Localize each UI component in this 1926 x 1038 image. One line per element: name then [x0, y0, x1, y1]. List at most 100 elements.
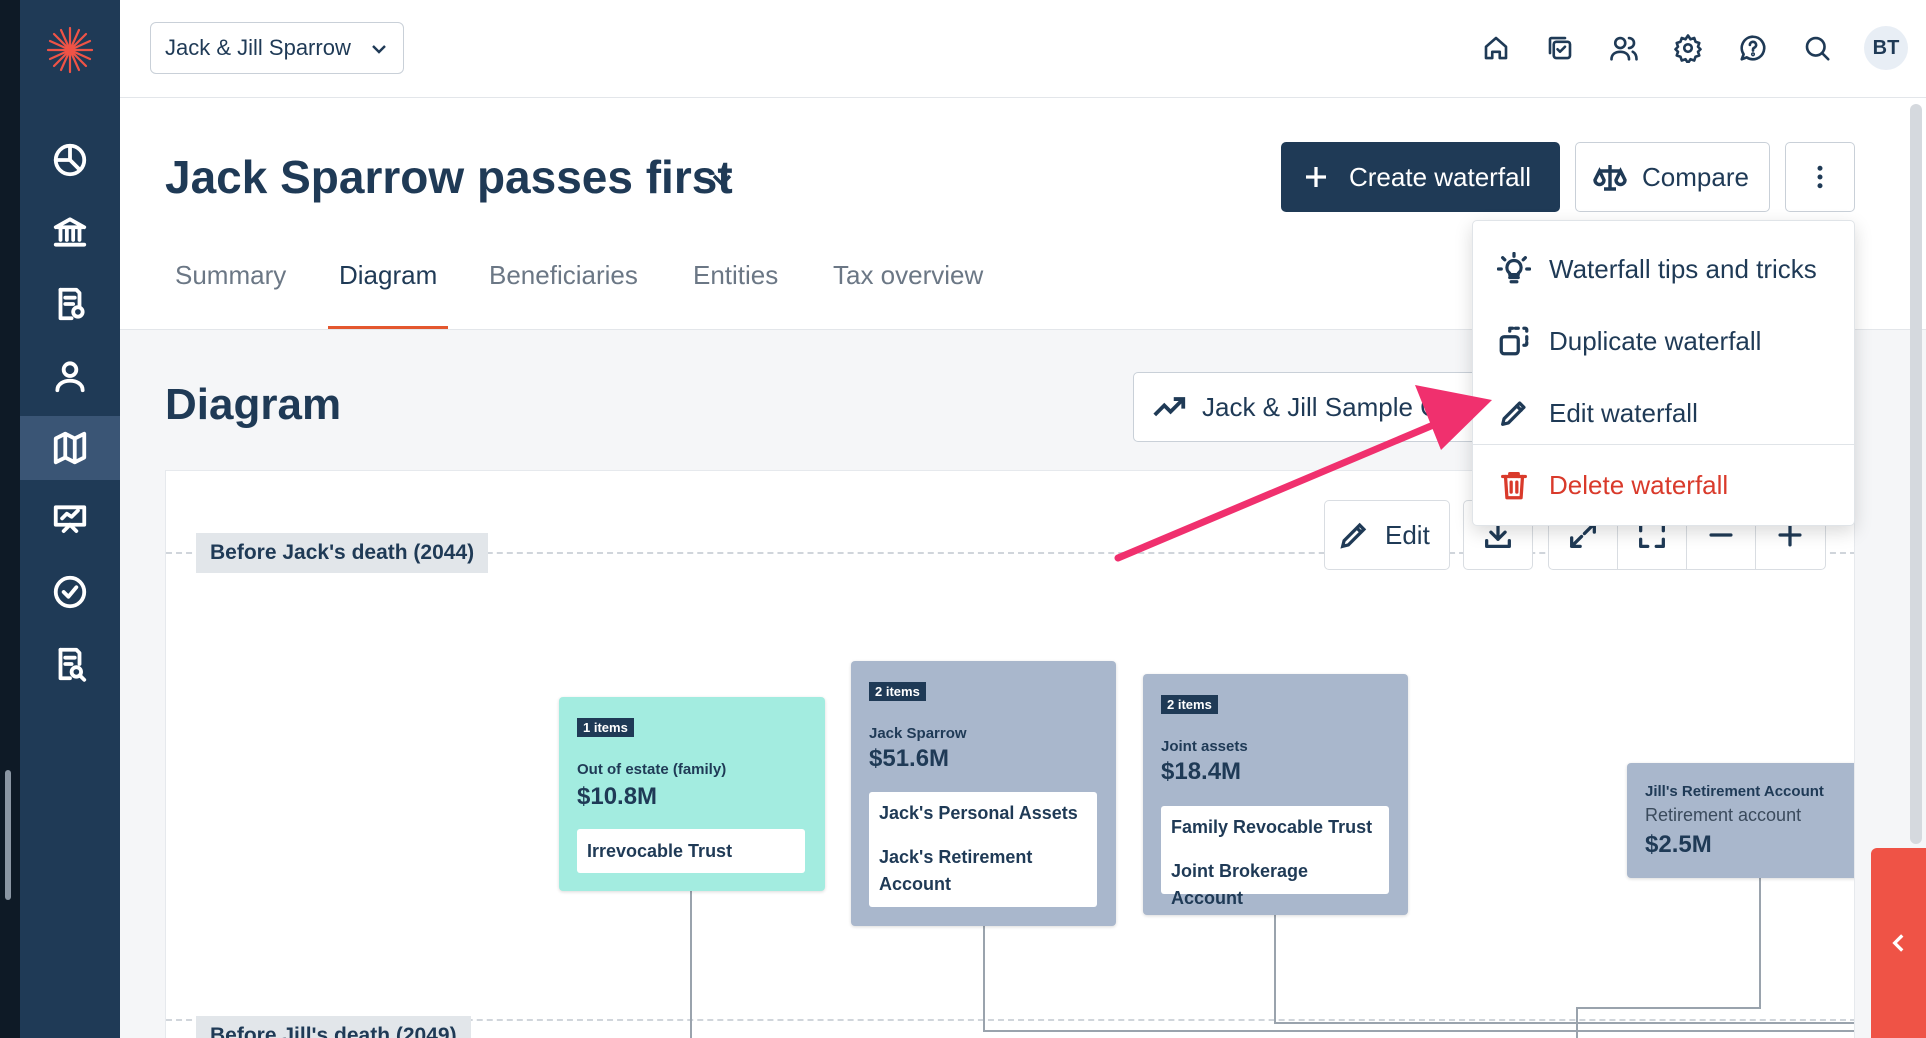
- menu-item-label: Delete waterfall: [1549, 469, 1729, 500]
- node-label: Jack Sparrow: [869, 725, 967, 742]
- nav-map[interactable]: [20, 416, 120, 480]
- nav-people[interactable]: [20, 344, 120, 408]
- create-waterfall-label: Create waterfall: [1349, 161, 1532, 192]
- nav-tasks[interactable]: [20, 560, 120, 624]
- chevron-down-icon[interactable]: [706, 164, 738, 196]
- logo-icon[interactable]: [44, 24, 96, 76]
- node-items: Family Revocable Trust Joint Brokerage A…: [1161, 806, 1389, 908]
- compare-label: Compare: [1642, 161, 1749, 192]
- scenario-label: Jack & Jill Sample G: [1202, 391, 1441, 422]
- menu-item-duplicate[interactable]: Duplicate waterfall: [1473, 305, 1854, 377]
- help-icon[interactable]: [1735, 30, 1771, 66]
- item-count-badge: 2 items: [1161, 695, 1218, 714]
- node-item[interactable]: Joint Brokerage Account: [1171, 858, 1379, 912]
- client-select[interactable]: Jack & Jill Sparrow: [150, 22, 404, 74]
- more-options-menu: Waterfall tips and tricks Duplicate wate…: [1472, 220, 1855, 526]
- home-icon[interactable]: [1478, 30, 1514, 66]
- scenario-select[interactable]: Jack & Jill Sample G: [1133, 372, 1513, 442]
- chevron-left-icon: [1891, 934, 1903, 952]
- connector-line: [1274, 1022, 1854, 1024]
- chevron-down-icon: [367, 37, 391, 61]
- client-select-label: Jack & Jill Sparrow: [165, 35, 351, 60]
- node-item[interactable]: Irrevocable Trust: [587, 838, 732, 865]
- node-joint-assets[interactable]: 2 items Joint assets $18.4M Family Revoc…: [1143, 674, 1408, 915]
- nav-institution[interactable]: [20, 200, 120, 264]
- trend-up-icon: [1153, 397, 1186, 417]
- connector-line: [1274, 915, 1276, 1023]
- more-vertical-icon: [1817, 165, 1823, 189]
- create-waterfall-button[interactable]: Create waterfall: [1281, 142, 1560, 212]
- presentation-icon: [53, 505, 87, 533]
- scroll-handle[interactable]: [5, 770, 11, 900]
- scale-icon: [1593, 165, 1627, 191]
- node-label: Joint assets: [1161, 738, 1248, 755]
- item-count-badge: 1 items: [577, 718, 634, 737]
- people-icon[interactable]: [1606, 30, 1642, 66]
- diagram-heading: Diagram: [165, 380, 342, 429]
- tab-entities[interactable]: Entities: [693, 260, 778, 291]
- top-bar: Jack & Jill Sparrow BT: [120, 0, 1926, 98]
- nav-presentation[interactable]: [20, 488, 120, 552]
- node-item[interactable]: Family Revocable Trust: [1171, 814, 1379, 841]
- menu-divider: [1473, 444, 1854, 445]
- more-options-button[interactable]: [1785, 142, 1855, 212]
- edit-label: Edit: [1385, 519, 1430, 550]
- window-edge: [0, 0, 20, 1038]
- edit-diagram-button[interactable]: Edit: [1324, 500, 1450, 570]
- check-circle-icon: [53, 575, 87, 609]
- side-panel-toggle[interactable]: [1871, 848, 1926, 1038]
- trash-icon: [1501, 472, 1527, 500]
- connector-line: [1576, 1007, 1578, 1038]
- pencil-icon: [1340, 522, 1367, 549]
- nav-reports[interactable]: [20, 632, 120, 696]
- menu-item-label: Waterfall tips and tricks: [1549, 253, 1817, 284]
- left-nav: [20, 0, 120, 1038]
- node-label: Jill's Retirement Account: [1645, 783, 1824, 800]
- tab-summary[interactable]: Summary: [175, 260, 286, 291]
- phase-label-jack: Before Jack's death (2044): [196, 533, 489, 573]
- menu-item-edit[interactable]: Edit waterfall: [1473, 377, 1854, 449]
- gear-icon[interactable]: [1670, 30, 1706, 66]
- pencil-icon: [1501, 401, 1526, 426]
- phase-label-jill: Before Jill's death (2049): [196, 1016, 471, 1038]
- node-items: Jack's Personal Assets Jack's Retirement…: [869, 792, 1097, 907]
- node-out-of-estate[interactable]: 1 items Out of estate (family) $10.8M Ir…: [559, 697, 825, 891]
- page-title: Jack Sparrow passes first: [165, 151, 733, 203]
- node-item[interactable]: Jack's Personal Assets: [879, 800, 1087, 827]
- menu-item-tips[interactable]: Waterfall tips and tricks: [1473, 233, 1854, 305]
- connector-line: [1759, 878, 1761, 1008]
- bank-icon: [53, 217, 87, 247]
- page-scrollbar[interactable]: [1910, 104, 1922, 844]
- report-search-icon: [58, 647, 87, 682]
- tab-diagram[interactable]: Diagram: [339, 260, 437, 291]
- node-items: Irrevocable Trust: [577, 829, 805, 873]
- connector-line: [983, 1030, 1854, 1032]
- compare-button[interactable]: Compare: [1575, 142, 1770, 212]
- plus-icon: [1301, 162, 1331, 192]
- tasks-icon[interactable]: [1542, 30, 1578, 66]
- pie-chart-icon: [53, 143, 87, 177]
- lightbulb-icon: [1497, 252, 1531, 284]
- menu-item-label: Duplicate waterfall: [1549, 325, 1762, 356]
- tab-tax-overview[interactable]: Tax overview: [833, 260, 983, 291]
- node-value: $18.4M: [1161, 758, 1242, 785]
- node-label: Out of estate (family): [577, 761, 727, 778]
- search-icon[interactable]: [1799, 30, 1835, 66]
- connector-line: [983, 926, 985, 1031]
- node-item-continuation: Account: [879, 874, 951, 894]
- connector-line: [690, 891, 692, 1038]
- menu-item-delete[interactable]: Delete waterfall: [1473, 449, 1854, 521]
- menu-item-label: Edit waterfall: [1549, 397, 1698, 428]
- map-icon: [53, 431, 87, 465]
- node-jack-sparrow[interactable]: 2 items Jack Sparrow $51.6M Jack's Perso…: [851, 661, 1116, 926]
- duplicate-icon: [1499, 326, 1529, 356]
- node-value: $2.5M: [1645, 831, 1712, 858]
- nav-dashboard[interactable]: [20, 128, 120, 192]
- node-jill-retirement[interactable]: Jill's Retirement Account Retirement acc…: [1627, 763, 1854, 878]
- node-subtitle: Retirement account: [1645, 805, 1802, 825]
- tab-beneficiaries[interactable]: Beneficiaries: [489, 260, 638, 291]
- connector-line: [1576, 1007, 1761, 1009]
- nav-documents[interactable]: [20, 272, 120, 336]
- node-item[interactable]: Jack's Retirement: [879, 844, 1087, 871]
- avatar[interactable]: BT: [1864, 26, 1908, 70]
